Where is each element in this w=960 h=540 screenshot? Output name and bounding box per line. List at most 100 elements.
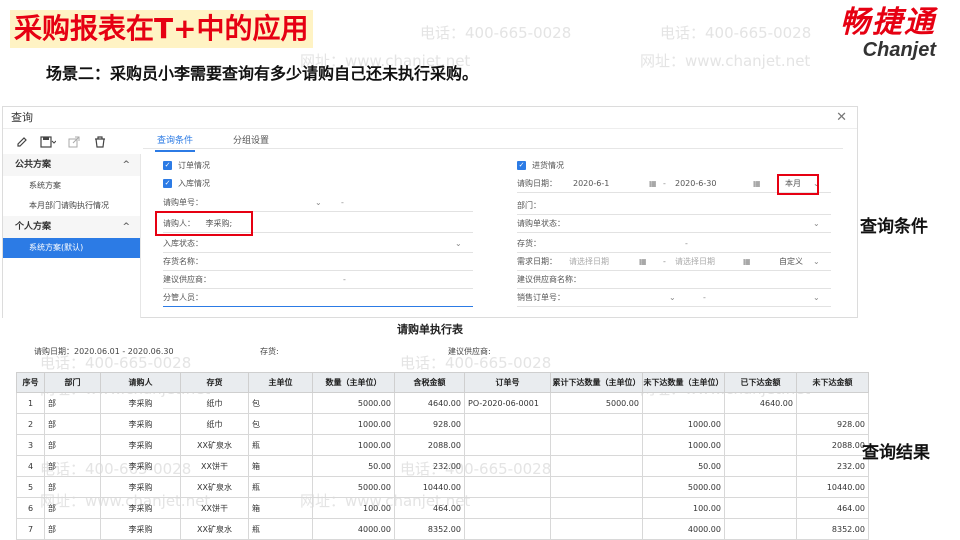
edit-icon[interactable]	[13, 133, 31, 151]
range-dash: -	[685, 239, 688, 248]
col-header[interactable]: 订单号	[464, 372, 551, 393]
close-icon[interactable]: ✕	[836, 107, 847, 129]
table-row[interactable]: 2 部李采购 纸巾包 1000.00 928.00 1000.00 928.00	[16, 413, 869, 435]
scheme-item-default[interactable]: 系统方案(默认)	[3, 238, 140, 258]
col-header[interactable]: 主单位	[248, 372, 313, 393]
inventory-field[interactable]: 存货： -	[517, 235, 831, 253]
chevron-down-icon[interactable]: ⌄	[669, 289, 676, 307]
chevron-down-icon[interactable]: ⌄	[455, 235, 462, 253]
supplier-name-field[interactable]: 建议供应商名称：	[517, 271, 831, 289]
watermark-site: 网址：www.chanjet.net	[640, 52, 811, 70]
order-check-row[interactable]: ✓ 订单情况	[163, 157, 473, 175]
col-header[interactable]: 请购人	[100, 372, 181, 393]
table-cell	[724, 476, 797, 498]
table-cell: XX饼干	[180, 497, 249, 519]
table-row[interactable]: 4 部李采购 XX饼干箱 50.00 232.00 50.00 232.00	[16, 455, 869, 477]
table-cell: 1000.00	[312, 413, 395, 435]
req-status-field[interactable]: 请购单状态： ⌄	[517, 215, 831, 233]
table-cell: 3	[16, 434, 45, 456]
col-header[interactable]: 未下达数量（主单位）	[642, 372, 725, 393]
export-icon[interactable]	[65, 133, 83, 151]
col-header[interactable]: 含税金额	[394, 372, 465, 393]
date-from[interactable]: 2020-6-1	[573, 175, 609, 193]
chevron-down-icon[interactable]: ⌄	[813, 289, 820, 307]
public-scheme-header[interactable]: 公共方案 ^	[3, 154, 140, 176]
table-cell: 包	[248, 392, 313, 414]
table-cell: 5000.00	[312, 476, 395, 498]
table-cell	[464, 455, 551, 477]
dept-field[interactable]: 部门：	[517, 197, 831, 215]
table-cell: 李采购	[100, 476, 181, 498]
table-row[interactable]: 7 部李采购 XX矿泉水瓶 4000.00 8352.00 4000.00 8352.00	[16, 518, 869, 540]
checkbox-checked-icon[interactable]: ✓	[163, 179, 172, 188]
table-cell: 部	[44, 434, 101, 456]
table-cell: 2088.00	[394, 434, 465, 456]
table-cell: 1000.00	[642, 413, 725, 435]
delete-icon[interactable]	[91, 133, 109, 151]
col-header[interactable]: 未下达金额	[796, 372, 869, 393]
sales-order-field[interactable]: 销售订单号： ⌄ - ⌄	[517, 289, 831, 307]
table-cell	[724, 497, 797, 519]
col-header[interactable]: 序号	[16, 372, 45, 393]
table-cell: 部	[44, 413, 101, 435]
checkbox-checked-icon[interactable]: ✓	[163, 161, 172, 170]
chevron-down-icon[interactable]: ⌄	[813, 253, 820, 271]
personal-scheme-header[interactable]: 个人方案 ^	[3, 216, 140, 238]
calendar-icon[interactable]: ▦	[649, 175, 657, 193]
table-cell: 李采购	[100, 497, 181, 519]
label-query-results: 查询结果	[862, 443, 930, 463]
table-cell: 箱	[248, 455, 313, 477]
suggest-supplier-field[interactable]: 建议供应商： -	[163, 271, 473, 289]
table-row[interactable]: 3 部李采购 XX矿泉水瓶 1000.00 2088.00 1000.00 2088.00	[16, 434, 869, 456]
arrival-check-row[interactable]: ✓ 进货情况	[517, 157, 831, 175]
col-header[interactable]: 数量（主单位）	[312, 372, 395, 393]
col-header[interactable]: 已下达金额	[724, 372, 797, 393]
scheme-item-monthly-dept[interactable]: 本月部门请购执行情况	[3, 196, 140, 216]
calendar-icon[interactable]: ▦	[639, 253, 647, 271]
report-title: 请购单执行表	[397, 323, 463, 336]
table-cell: 5	[16, 476, 45, 498]
label-query-conditions: 查询条件	[860, 217, 928, 237]
toolbar	[3, 130, 139, 154]
table-row[interactable]: 6 部李采购 XX饼干箱 100.00 464.00 100.00 464.00	[16, 497, 869, 519]
range-dash: -	[663, 179, 666, 188]
chevron-up-icon[interactable]: ^	[122, 154, 130, 176]
range-dash: -	[663, 257, 666, 266]
need-date-field[interactable]: 需求日期： 请选择日期 ▦ - 请选择日期 ▦ 自定义 ⌄	[517, 253, 831, 271]
table-cell: 6	[16, 497, 45, 519]
table-cell: 4	[16, 455, 45, 477]
col-header[interactable]: 累计下达数量（主单位）	[550, 372, 643, 393]
table-cell	[642, 392, 725, 414]
calendar-icon[interactable]: ▦	[753, 175, 761, 193]
date-to[interactable]: 2020-6-30	[675, 175, 716, 193]
inventory-name-field[interactable]: 存货名称：	[163, 253, 473, 271]
chevron-up-icon[interactable]: ^	[122, 216, 130, 238]
chevron-down-icon[interactable]: ⌄	[315, 194, 322, 212]
calendar-icon[interactable]: ▦	[743, 253, 751, 271]
checkbox-checked-icon[interactable]: ✓	[517, 161, 526, 170]
table-cell: 李采购	[100, 434, 181, 456]
table-row[interactable]: 1 部李采购 纸巾包 5000.00 4640.00 PO-2020-06-0001 500…	[16, 392, 869, 414]
table-cell: 8352.00	[394, 518, 465, 540]
manager-field[interactable]: 分管人员：	[163, 289, 473, 307]
save-icon[interactable]	[39, 133, 57, 151]
need-date-to[interactable]: 请选择日期	[675, 253, 715, 271]
col-header[interactable]: 存货	[180, 372, 249, 393]
req-no-field[interactable]: 请购单号： ⌄ -	[163, 194, 473, 212]
table-cell: 纸巾	[180, 392, 249, 414]
stock-check-row[interactable]: ✓ 入库情况	[163, 175, 473, 193]
table-cell	[464, 518, 551, 540]
table-cell	[796, 392, 869, 414]
table-cell: 7	[16, 518, 45, 540]
chevron-down-icon[interactable]: ⌄	[813, 215, 820, 233]
custom-select[interactable]: 自定义	[779, 253, 803, 271]
need-date-from[interactable]: 请选择日期	[569, 253, 609, 271]
form-right: ✓ 进货情况 请购日期： 2020-6-1 ▦ - 2020-6-30 ▦ 本月 …	[515, 157, 831, 317]
stock-status-field[interactable]: 入库状态： ⌄	[163, 235, 473, 253]
table-cell: 包	[248, 413, 313, 435]
scheme-item-system[interactable]: 系统方案	[3, 176, 140, 196]
col-header[interactable]: 部门	[44, 372, 101, 393]
table-cell: 4640.00	[724, 392, 797, 414]
table-row[interactable]: 5 部李采购 XX矿泉水瓶 5000.00 10440.00 5000.00 10440.0…	[16, 476, 869, 498]
table-cell: 100.00	[312, 497, 395, 519]
